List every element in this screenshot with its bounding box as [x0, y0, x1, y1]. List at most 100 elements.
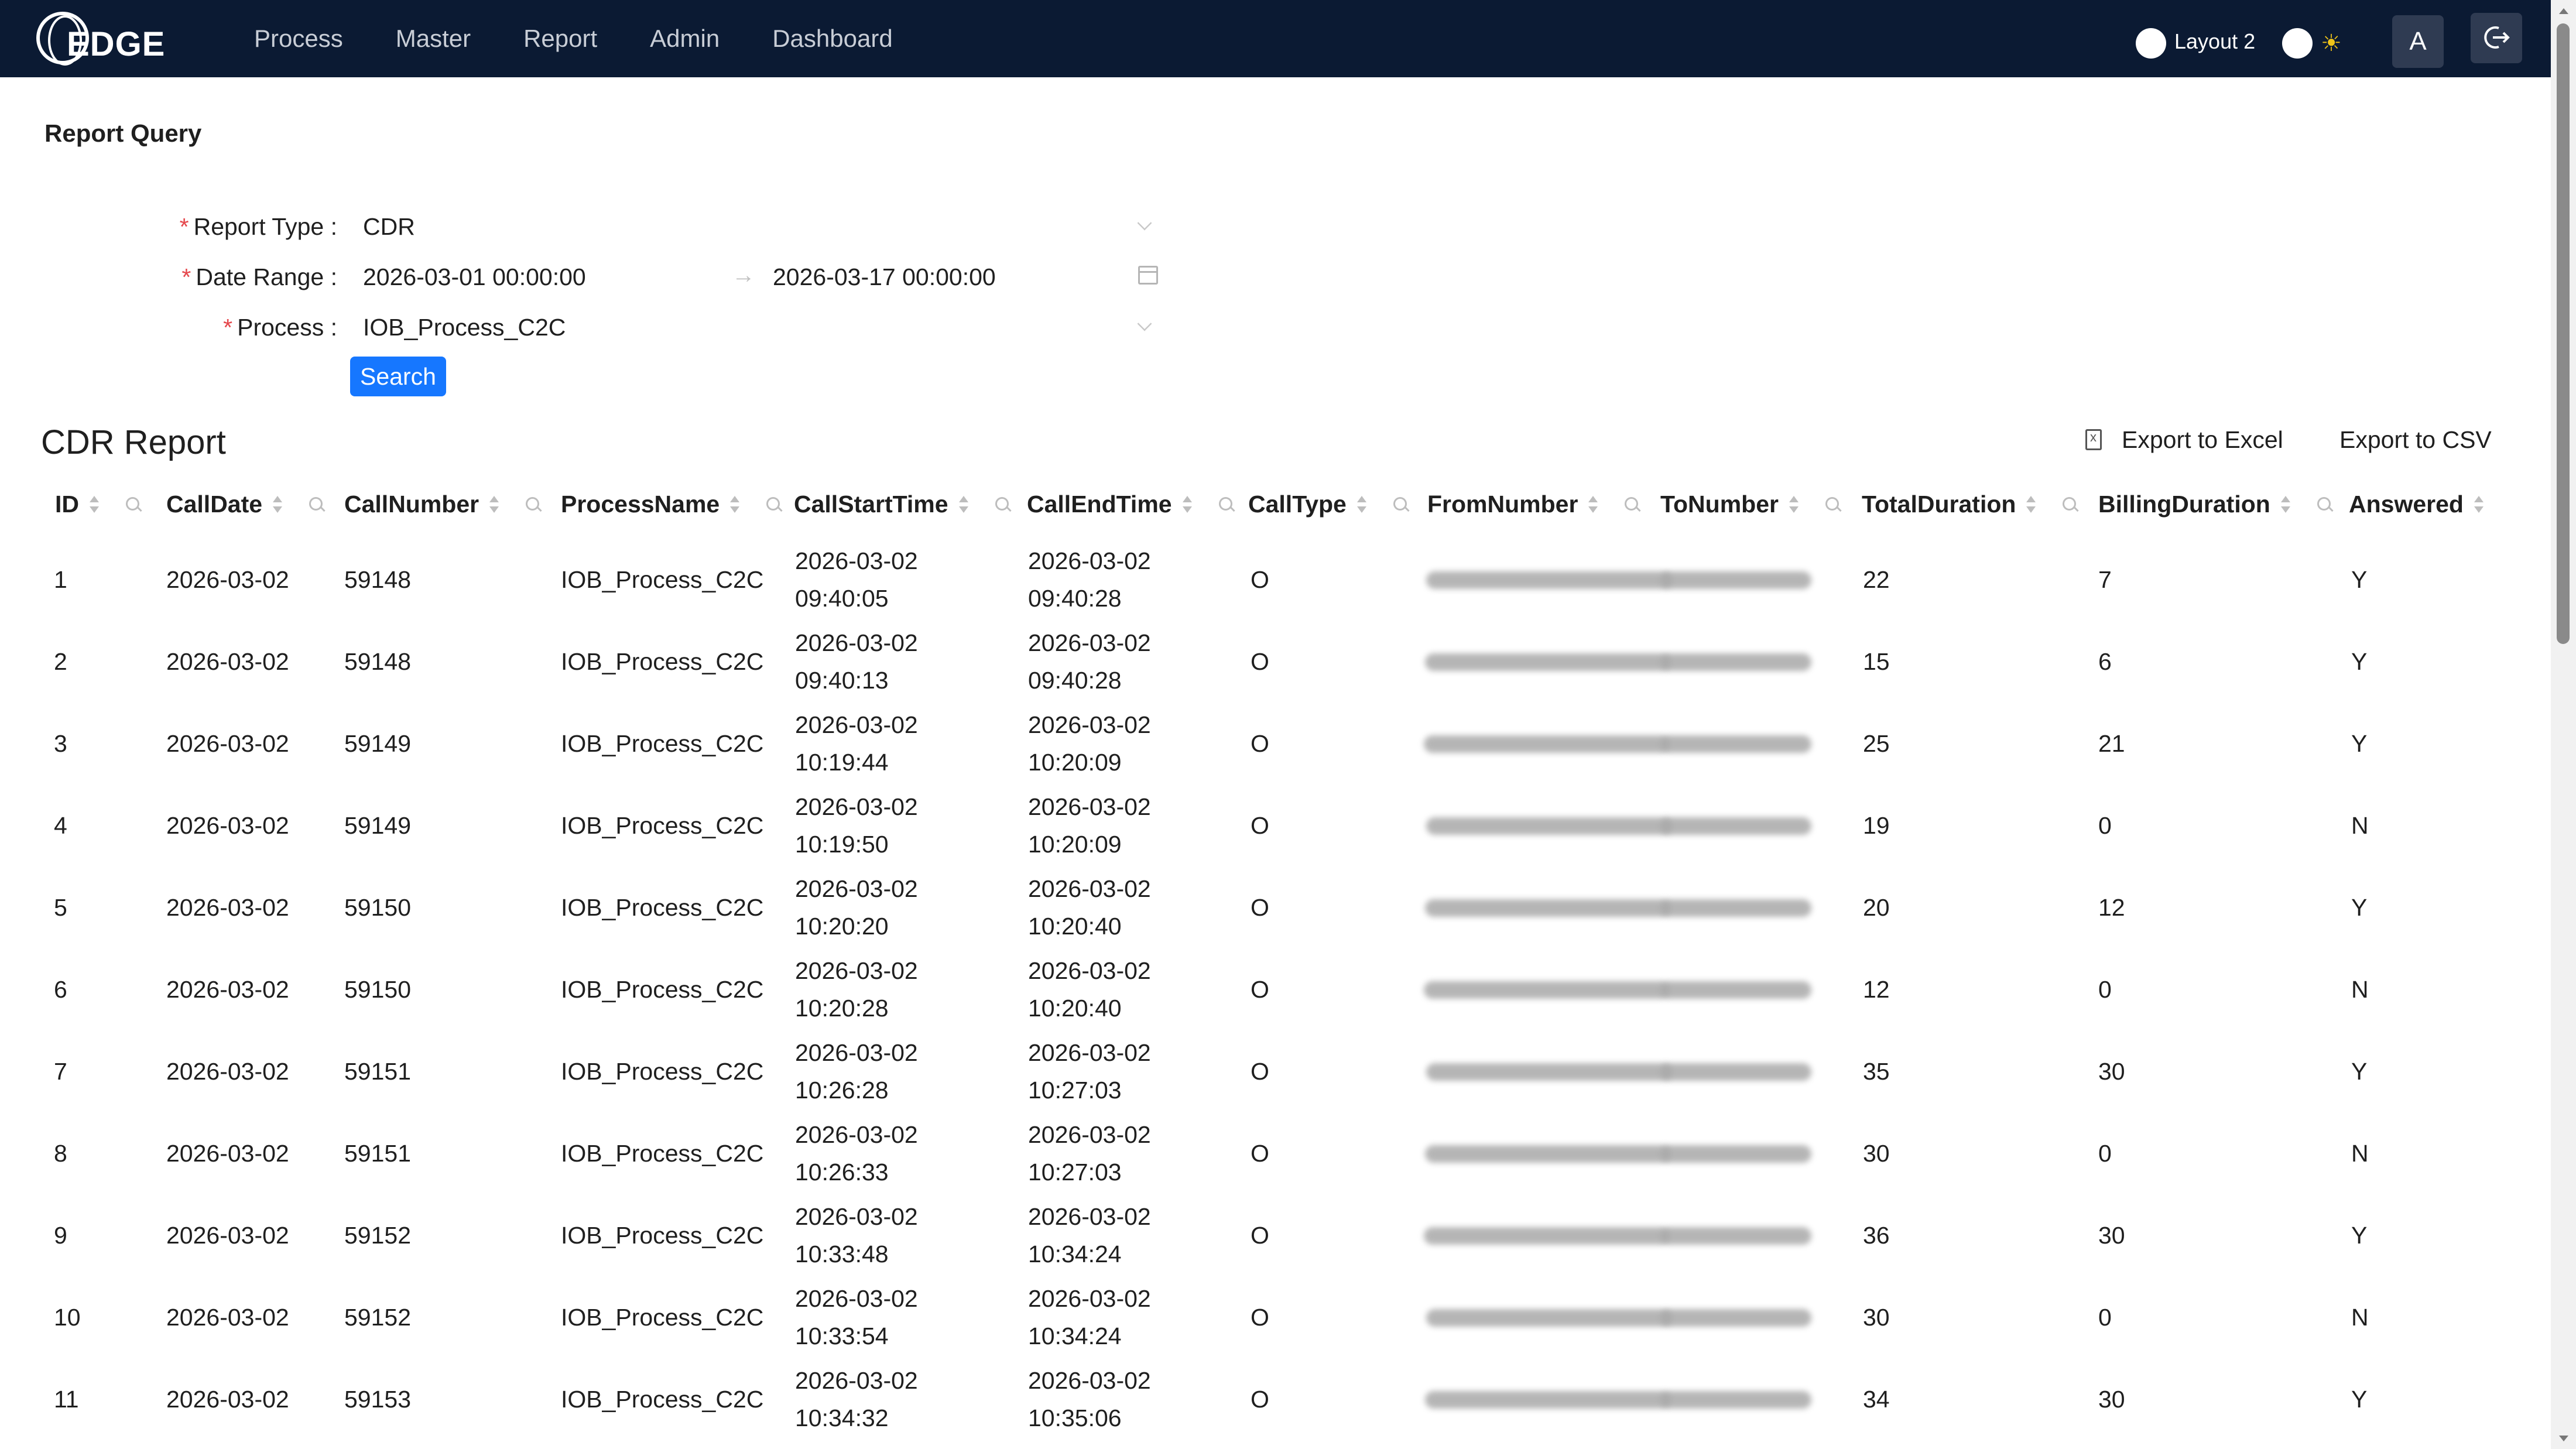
table-row[interactable]: 5 2026-03-02 59150 IOB_Process_C2C 2026-03-0…: [0, 866, 2551, 948]
table-row[interactable]: 10 2026-03-02 59152 IOB_Process_C2C 2026-03-…: [0, 1276, 2551, 1358]
date-start-input[interactable]: 2026-03-01 00:00:00: [363, 263, 586, 291]
cell-billingduration: 21: [2098, 729, 2125, 757]
search-icon[interactable]: [766, 497, 783, 513]
cell-answered: Y: [2351, 1057, 2368, 1085]
cell-id: 4: [54, 811, 67, 839]
date-end-input[interactable]: 2026-03-17 00:00:00: [773, 263, 996, 291]
cell-id: 5: [54, 893, 67, 921]
avatar[interactable]: A: [2392, 15, 2444, 68]
chevron-down-icon[interactable]: [1137, 215, 1152, 231]
sort-icon[interactable]: [272, 495, 283, 516]
cell-id: 11: [54, 1385, 79, 1413]
cell-callstarttime-line: 2026-03-02: [795, 875, 918, 902]
report-title: CDR Report: [41, 423, 226, 461]
cell-calldate: 2026-03-02: [166, 1385, 289, 1413]
report-type-select[interactable]: CDR: [363, 213, 415, 241]
search-icon[interactable]: [1825, 497, 1842, 513]
calendar-icon[interactable]: [1138, 266, 1158, 285]
table-row[interactable]: 2 2026-03-02 59148 IOB_Process_C2C 2026-03-0…: [0, 621, 2551, 703]
cell-callendtime-line: 10:34:24: [1028, 1323, 1122, 1349]
cell-calldate: 2026-03-02: [166, 893, 289, 921]
vertical-scrollbar[interactable]: [2551, 0, 2576, 1449]
cell-callstarttime-line: 10:26:28: [795, 1077, 889, 1104]
col-billingduration[interactable]: BillingDuration: [2098, 491, 2334, 518]
cell-callendtime: 2026-03-02 10:27:03: [1028, 1112, 1151, 1194]
table-row[interactable]: 11 2026-03-02 59153 IOB_Process_C2C 2026-03-…: [0, 1358, 2551, 1440]
sort-icon[interactable]: [1356, 495, 1368, 516]
table-row[interactable]: 9 2026-03-02 59152 IOB_Process_C2C 2026-03-0…: [0, 1194, 2551, 1276]
cell-callnumber: 59148: [344, 566, 412, 593]
search-icon[interactable]: [2317, 497, 2334, 513]
search-icon[interactable]: [2063, 497, 2079, 513]
col-calldate[interactable]: CallDate: [166, 491, 326, 518]
search-icon[interactable]: [526, 497, 542, 513]
cell-totalduration: 35: [1863, 1057, 1890, 1085]
sort-icon[interactable]: [1181, 495, 1193, 516]
sort-icon[interactable]: [2280, 495, 2291, 516]
table-row[interactable]: 8 2026-03-02 59151 IOB_Process_C2C 2026-03-0…: [0, 1112, 2551, 1194]
sort-icon[interactable]: [1587, 495, 1599, 516]
table-row[interactable]: 3 2026-03-02 59149 IOB_Process_C2C 2026-03-0…: [0, 703, 2551, 785]
cell-callendtime: 2026-03-02 10:20:09: [1028, 703, 1151, 785]
layout-toggle[interactable]: [2136, 28, 2166, 59]
sort-icon[interactable]: [958, 495, 970, 516]
col-calltype[interactable]: CallType: [1248, 491, 1410, 518]
table-row[interactable]: 4 2026-03-02 59149 IOB_Process_C2C 2026-03-0…: [0, 785, 2551, 866]
search-icon[interactable]: [1625, 497, 1641, 513]
col-answered[interactable]: Answered: [2349, 491, 2485, 518]
cell-callstarttime-line: 10:19:50: [795, 831, 889, 858]
redacted-to-number: [1660, 1145, 1811, 1163]
col-id[interactable]: ID: [55, 491, 142, 518]
col-callnumber[interactable]: CallNumber: [344, 491, 542, 518]
cell-calldate: 2026-03-02: [166, 648, 289, 675]
nav-item-process[interactable]: Process: [254, 25, 343, 53]
sort-icon[interactable]: [488, 495, 500, 516]
scroll-down-arrow[interactable]: [2559, 1436, 2568, 1441]
cell-answered: Y: [2351, 648, 2368, 675]
col-callendtime[interactable]: CallEndTime: [1027, 491, 1235, 518]
search-icon[interactable]: [995, 497, 1012, 513]
nav-item-admin[interactable]: Admin: [650, 25, 720, 53]
table-row[interactable]: 1 2026-03-02 59148 IOB_Process_C2C 2026-03-0…: [0, 539, 2551, 621]
sort-icon[interactable]: [1788, 495, 1800, 516]
search-icon[interactable]: [1393, 497, 1410, 513]
top-navbar: EDGE Process Master Report Admin Dashboa…: [0, 0, 2551, 77]
cell-answered: Y: [2351, 566, 2368, 593]
cell-answered: N: [2351, 1303, 2369, 1331]
col-callstarttime[interactable]: CallStartTime: [794, 491, 1012, 518]
cell-callendtime-line: 10:20:40: [1028, 995, 1122, 1022]
chevron-down-icon[interactable]: [1137, 316, 1152, 331]
sort-icon[interactable]: [88, 495, 100, 516]
app-logo[interactable]: EDGE: [36, 12, 165, 70]
table-row[interactable]: 7 2026-03-02 59151 IOB_Process_C2C 2026-03-0…: [0, 1030, 2551, 1112]
search-icon[interactable]: [1218, 497, 1235, 513]
sort-icon[interactable]: [729, 495, 741, 516]
nav-item-report[interactable]: Report: [523, 25, 597, 53]
nav-item-master[interactable]: Master: [396, 25, 471, 53]
cell-callstarttime-line: 2026-03-02: [795, 1203, 918, 1230]
col-processname[interactable]: ProcessName: [561, 491, 783, 518]
cell-callendtime-line: 2026-03-02: [1028, 1367, 1151, 1394]
scroll-thumb[interactable]: [2557, 23, 2570, 644]
search-icon[interactable]: [126, 497, 142, 513]
table-row[interactable]: 6 2026-03-02 59150 IOB_Process_C2C 2026-03-0…: [0, 948, 2551, 1030]
sun-icon: ☀: [2321, 30, 2342, 56]
cell-answered: Y: [2351, 893, 2368, 921]
cell-id: 10: [54, 1303, 81, 1331]
col-fromnumber[interactable]: FromNumber: [1427, 491, 1641, 518]
cell-billingduration: 0: [2098, 1139, 2112, 1167]
export-excel-button[interactable]: Export to Excel: [2085, 426, 2283, 454]
cell-processname: IOB_Process_C2C: [561, 1303, 764, 1331]
theme-toggle[interactable]: [2282, 28, 2313, 59]
nav-item-dashboard[interactable]: Dashboard: [772, 25, 892, 53]
sort-icon[interactable]: [2473, 495, 2485, 516]
search-button[interactable]: Search: [350, 357, 446, 396]
export-csv-button[interactable]: Export to CSV: [2339, 426, 2492, 454]
scroll-up-arrow[interactable]: [2559, 8, 2568, 14]
process-select[interactable]: IOB_Process_C2C: [363, 314, 566, 341]
logout-button[interactable]: [2471, 13, 2522, 63]
search-icon[interactable]: [309, 497, 326, 513]
col-totalduration[interactable]: TotalDuration: [1862, 491, 2079, 518]
col-tonumber[interactable]: ToNumber: [1660, 491, 1842, 518]
sort-icon[interactable]: [2025, 495, 2037, 516]
